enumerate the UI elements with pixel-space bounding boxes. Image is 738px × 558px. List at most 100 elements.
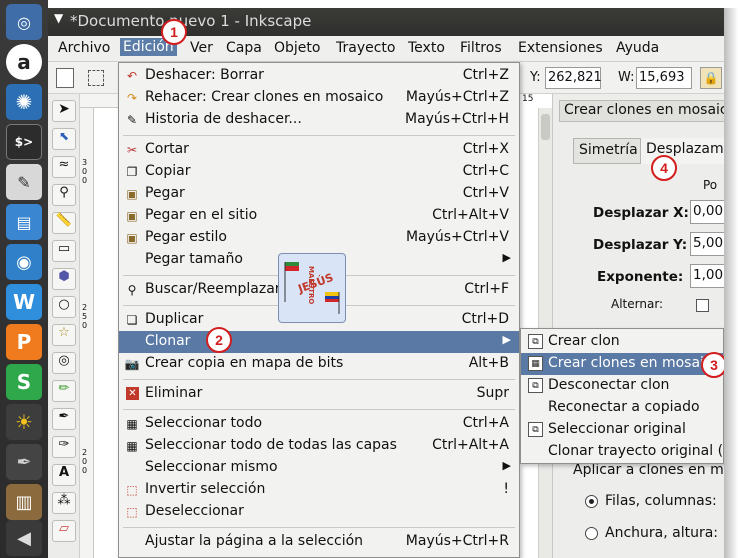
lock-icon[interactable]: 🔒 (700, 67, 722, 89)
submenu-item-select-original[interactable]: ⧉ Seleccionar original (521, 419, 723, 441)
files-icon[interactable]: ▤ (6, 204, 42, 240)
alternate-label: Alternar: (611, 297, 664, 311)
menu-item-invert-selection[interactable]: ⬚ Invertir selección! (119, 479, 519, 501)
menu-item-paste[interactable]: ▣ Pegar Ctrl+V (119, 183, 519, 205)
badge-number: 2 (215, 332, 223, 348)
menu-item-redo[interactable]: ↷ Rehacer: Crear clones en mosaico Mayús+C… (119, 87, 519, 109)
terminal-icon[interactable]: $> (6, 124, 42, 160)
menu-item-undo[interactable]: ↶ Deshacer: Borrar Ctrl+Z (119, 65, 519, 87)
spiral-tool-icon[interactable]: ◎ (52, 352, 76, 374)
speaker-icon[interactable]: ◀ (6, 520, 42, 556)
select-frame-icon[interactable] (88, 70, 104, 86)
menu-archivo[interactable]: Archivo (58, 40, 110, 56)
3d-box-tool-icon[interactable]: ⬢ (52, 268, 76, 290)
submenu-item-relink-copied[interactable]: Reconectar a copiado (521, 397, 723, 419)
wps-writer-icon[interactable]: W (6, 284, 42, 320)
eraser-tool-icon[interactable]: ▱ (52, 520, 76, 542)
menu-separator (123, 135, 515, 136)
menu-item-shortcut: Mayús+Ctrl+H (404, 111, 509, 127)
submenu-item-label: Clonar trayecto original (LPE) (548, 443, 724, 459)
menu-objeto[interactable]: Objeto (274, 40, 320, 56)
globe-icon[interactable]: ◉ (6, 244, 42, 280)
menu-item-select-same[interactable]: Seleccionar mismo ▶ (119, 457, 519, 479)
selector-tool-icon[interactable]: ➤ (52, 100, 76, 122)
menu-item-label: Seleccionar todo (145, 415, 263, 431)
wps-presentation-icon[interactable]: P (6, 324, 42, 360)
menu-item-shortcut: Ctrl+F (464, 281, 509, 297)
menu-ver[interactable]: Ver (190, 40, 213, 56)
spray-tool-icon[interactable]: ⁂ (52, 492, 76, 514)
menu-item-select-all-layers[interactable]: ▦ Seleccionar todo de todas las capas Ctrl… (119, 435, 519, 457)
menu-item-shortcut: Ctrl+A (462, 415, 509, 431)
width-height-label: Anchura, altura: (605, 525, 719, 541)
shift-x-value: 0,00 (693, 203, 724, 219)
submenu-item-tiled-clones[interactable]: ▦ Crear clones en mosaico (521, 353, 723, 375)
menu-item-deselect[interactable]: ⬚ Deseleccionar (119, 501, 519, 523)
menu-item-shortcut: Ctrl+D (461, 311, 509, 327)
launcher: ◎ a ✺ $> ✎ ▤ ◉ W P S ☀ ✒ ▥ ◀ (0, 0, 48, 558)
menu-capa[interactable]: Capa (226, 40, 262, 56)
measure-tool-icon[interactable]: 📏 (52, 212, 76, 234)
menu-item-copy[interactable]: ❐ Copiar Ctrl+C (119, 161, 519, 183)
width-height-radio[interactable] (585, 527, 598, 540)
menu-item-undo-history[interactable]: ✎ Historia de deshacer... Mayús+Ctrl+H (119, 109, 519, 131)
menu-item-paste-in-place[interactable]: ▣ Pegar en el sitio Ctrl+Alt+V (119, 205, 519, 227)
menu-item-select-all[interactable]: ▦ Seleccionar todo Ctrl+A (119, 413, 519, 435)
menu-item-delete[interactable]: ✕ Eliminar Supr (119, 383, 519, 405)
rows-columns-radio[interactable] (585, 495, 598, 508)
a-app-icon[interactable]: a (6, 44, 42, 80)
menu-filtros[interactable]: Filtros (460, 40, 502, 56)
scrollbar-thumb[interactable] (541, 114, 550, 140)
menu-item-paste-style[interactable]: ▣ Pegar estilo Mayús+Ctrl+V (119, 227, 519, 249)
wps-spreadsheet-icon[interactable]: S (6, 364, 42, 400)
node-tool-icon[interactable]: ⬉ (52, 128, 76, 150)
deselect-icon: ⬚ (126, 505, 138, 519)
document-icon[interactable] (56, 68, 74, 88)
menu-texto[interactable]: Texto (408, 40, 445, 56)
menu-item-fit-page[interactable]: Ajustar la página a la selección Mayús+Ct… (119, 531, 519, 553)
menu-trayecto[interactable]: Trayecto (336, 40, 395, 56)
tweak-tool-icon[interactable]: ≈ (52, 156, 76, 178)
w-field[interactable]: 15,693 (636, 67, 692, 89)
menu-extensiones[interactable]: Extensiones (518, 40, 603, 56)
window-title: *Documento nuevo 1 - Inkscape (70, 12, 312, 30)
menu-item-shortcut: Supr (476, 385, 509, 401)
tab-symmetry[interactable]: Simetría (573, 138, 641, 164)
shift-x-label: Desplazar X: (593, 205, 689, 221)
pencil-tool-icon[interactable]: ✏ (52, 380, 76, 402)
select-original-icon: ⧉ (528, 422, 543, 437)
vertical-ruler: 3 0 0 2 5 0 2 0 0 (80, 108, 94, 558)
submenu-item-unlink-clone[interactable]: ⧉ Desconectar clon (521, 375, 723, 397)
menu-item-clone[interactable]: Clonar ▶ (119, 331, 519, 353)
text-tool-icon[interactable]: A (52, 464, 76, 486)
rectangle-tool-icon[interactable]: ▭ (52, 240, 76, 262)
star-tool-icon[interactable]: ☆ (52, 324, 76, 346)
toolbox: ➤ ⬉ ≈ ⚲ 📏 ▭ ⬢ ○ ☆ ◎ ✏ ✒ ✑ A ⁂ ▱ (48, 94, 80, 558)
annotation-badge-2: 2 (206, 327, 232, 353)
menu-item-label: Buscar/Reemplazar (145, 281, 281, 297)
menu-ayuda[interactable]: Ayuda (616, 40, 659, 56)
book-app-icon[interactable]: ▥ (6, 484, 42, 520)
title-bar: ▼ *Documento nuevo 1 - Inkscape (48, 8, 724, 36)
text-editor-icon[interactable]: ✎ (6, 164, 42, 200)
pen-tool-icon[interactable]: ✒ (52, 408, 76, 430)
window-menu-icon[interactable]: ▼ (54, 11, 63, 25)
swirl-app-icon[interactable]: ✺ (6, 84, 42, 120)
submenu-item-create-clone[interactable]: ⧉ Crear clon (521, 331, 723, 353)
ubuntu-dash-icon[interactable]: ◎ (6, 4, 42, 40)
inkscape-launcher-icon[interactable]: ✒ (6, 444, 42, 480)
ellipse-tool-icon[interactable]: ○ (52, 296, 76, 318)
menu-item-cut[interactable]: ✂ Cortar Ctrl+X (119, 139, 519, 161)
tab-symmetry-label: Simetría (579, 142, 638, 158)
menu-separator (123, 527, 515, 528)
alternate-checkbox[interactable] (696, 299, 709, 312)
sun-app-icon[interactable]: ☀ (6, 404, 42, 440)
select-all-layers-icon: ▦ (126, 439, 138, 453)
menu-item-shortcut: Ctrl+Z (462, 67, 509, 83)
y-field[interactable]: 262,821 (545, 67, 602, 89)
submenu-item-clone-original-path[interactable]: Clonar trayecto original (LPE) (521, 441, 724, 463)
calligraphy-tool-icon[interactable]: ✑ (52, 436, 76, 458)
menu-item-bitmap-copy[interactable]: 📷 Crear copia en mapa de bits Alt+B (119, 353, 519, 375)
w-label: W: (618, 70, 635, 85)
zoom-tool-icon[interactable]: ⚲ (52, 184, 76, 206)
